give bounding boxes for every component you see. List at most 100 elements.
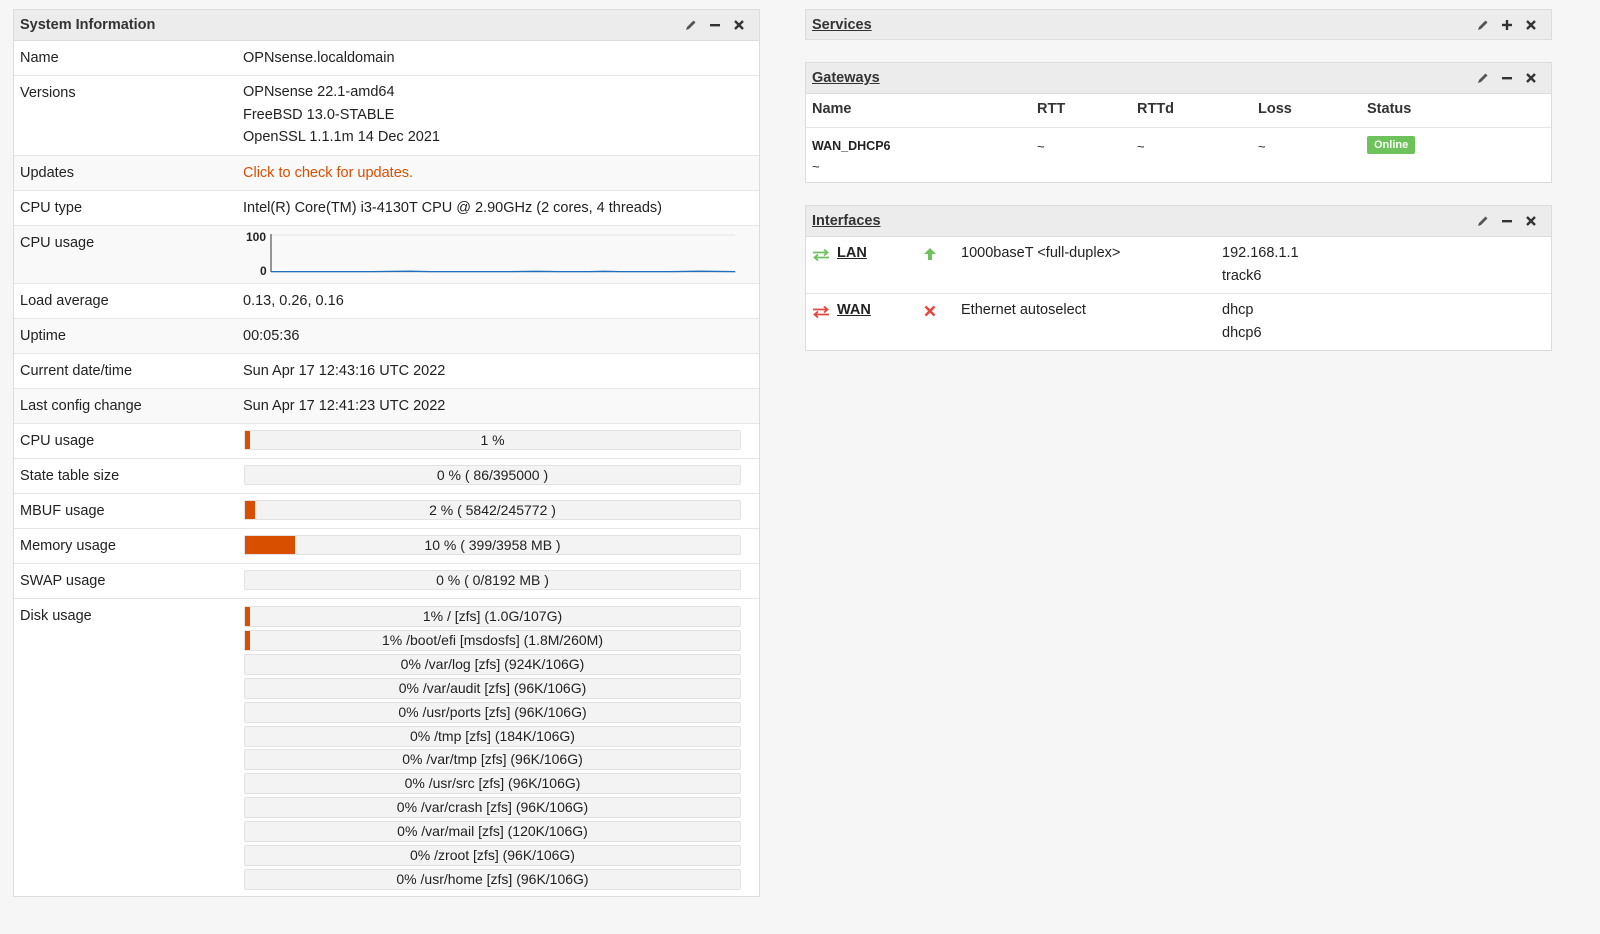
label: CPU usage xyxy=(20,235,95,251)
versions-list: OPNsense 22.1-amd64 FreeBSD 13.0-STABLE … xyxy=(243,81,440,149)
row-name: Name OPNsense.localdomain xyxy=(14,41,759,76)
arrow-up-icon xyxy=(924,248,936,260)
cpu-type-value: Intel(R) Core(TM) i3-4130T CPU @ 2.90GHz… xyxy=(243,200,662,216)
interface-row-lan: LAN 1000baseT <full-duplex> 192.168.1.1 … xyxy=(806,237,1551,294)
interface-ipv6: dhcp6 xyxy=(1222,325,1262,341)
bar-text: 0% /usr/src [zfs] (96K/106G) xyxy=(404,775,581,791)
minimize-icon[interactable] xyxy=(709,19,721,31)
row-load: Load average 0.13, 0.26, 0.16 xyxy=(14,284,759,319)
last-config-value: Sun Apr 17 12:41:23 UTC 2022 xyxy=(243,398,446,414)
disk-bar: 0% /var/tmp [zfs] (96K/106G) xyxy=(244,749,741,770)
minimize-icon[interactable] xyxy=(1501,215,1513,227)
close-icon[interactable] xyxy=(1525,215,1537,227)
plus-icon[interactable] xyxy=(1501,19,1513,31)
row-versions: Versions OPNsense 22.1-amd64 FreeBSD 13.… xyxy=(14,76,759,156)
row-mbuf: MBUF usage 2 % ( 5842/245772 ) xyxy=(14,494,759,529)
bar-text: 0% /var/crash [zfs] (96K/106G) xyxy=(396,799,589,815)
column-header-rttd: RTTd xyxy=(1137,101,1175,117)
bar-text: 0 % ( 86/395000 ) xyxy=(436,467,549,483)
label: CPU usage xyxy=(20,433,95,449)
divider xyxy=(806,127,1551,128)
bar-text: 0% /var/audit [zfs] (96K/106G) xyxy=(398,680,587,696)
label: Memory usage xyxy=(20,538,116,554)
interface-link-wan[interactable]: WAN xyxy=(837,302,871,318)
mbuf-bar: 2 % ( 5842/245772 ) xyxy=(244,500,741,520)
row-updates: Updates Click to check for updates. xyxy=(14,156,759,191)
bar-text: 0% /var/tmp [zfs] (96K/106G) xyxy=(402,751,583,767)
pencil-icon[interactable] xyxy=(1477,215,1489,227)
row-uptime: Uptime 00:05:36 xyxy=(14,319,759,354)
pencil-icon[interactable] xyxy=(1477,72,1489,84)
state-table-bar: 0 % ( 86/395000 ) xyxy=(244,465,741,485)
gateways-widget: Gateways Name RTT RTTd Loss Status WAN_D… xyxy=(805,62,1552,183)
hostname-value: OPNsense.localdomain xyxy=(243,50,395,66)
interface-ipv6: track6 xyxy=(1222,268,1262,284)
row-memory: Memory usage 10 % ( 399/3958 MB ) xyxy=(14,529,759,564)
check-updates-link[interactable]: Click to check for updates. xyxy=(243,165,413,181)
row-cpu-graph: CPU usage 100 0 xyxy=(14,226,759,284)
gateways-title-link[interactable]: Gateways xyxy=(812,70,1477,86)
disk-bar: 0% /tmp [zfs] (184K/106G) xyxy=(244,726,741,747)
status-badge: Online xyxy=(1367,136,1416,154)
disk-bar: 0% /zroot [zfs] (96K/106G) xyxy=(244,845,741,866)
disk-bar: 0% /var/log [zfs] (924K/106G) xyxy=(244,654,741,675)
close-icon[interactable] xyxy=(733,19,745,31)
pencil-icon[interactable] xyxy=(1477,19,1489,31)
disk-bar: 0% /var/audit [zfs] (96K/106G) xyxy=(244,678,741,699)
disk-bar: 0% /var/mail [zfs] (120K/106G) xyxy=(244,821,741,842)
interface-ipv4: 192.168.1.1 xyxy=(1222,245,1299,261)
label: SWAP usage xyxy=(20,573,106,589)
label: Name xyxy=(20,50,59,66)
version-freebsd: FreeBSD 13.0-STABLE xyxy=(243,106,395,123)
row-swap: SWAP usage 0 % ( 0/8192 MB ) xyxy=(14,564,759,599)
interfaces-widget: Interfaces LAN 1000baseT <full-duplex> 1… xyxy=(805,205,1552,351)
bar-text: 0% /var/mail [zfs] (120K/106G) xyxy=(397,823,588,839)
interface-media: 1000baseT <full-duplex> xyxy=(961,245,1121,261)
interface-link-lan[interactable]: LAN xyxy=(837,245,867,261)
bar-text: 0% /usr/home [zfs] (96K/106G) xyxy=(396,871,589,887)
label: CPU type xyxy=(20,200,83,216)
gateway-rttd: ~ xyxy=(1137,139,1145,154)
bar-text: 0 % ( 0/8192 MB ) xyxy=(436,572,549,588)
interface-arrows-icon xyxy=(813,248,829,262)
version-openssl: OpenSSL 1.1.1m 14 Dec 2021 xyxy=(243,129,440,145)
gateway-address: ~ xyxy=(812,159,820,174)
memory-bar: 10 % ( 399/3958 MB ) xyxy=(244,535,741,555)
cpu-usage-graph xyxy=(270,234,736,273)
pencil-icon[interactable] xyxy=(685,19,697,31)
minimize-icon[interactable] xyxy=(1501,72,1513,84)
column-header-loss: Loss xyxy=(1258,101,1292,117)
disk-bar: 0% /usr/src [zfs] (96K/106G) xyxy=(244,773,741,794)
bar-text: 0% /zroot [zfs] (96K/106G) xyxy=(410,847,575,863)
services-title-link[interactable]: Services xyxy=(812,17,1477,33)
widget-header: System Information xyxy=(14,10,759,41)
widget-title: System Information xyxy=(20,17,156,33)
version-opnsense: OPNsense 22.1-amd64 xyxy=(243,84,395,100)
widget-header: Services xyxy=(806,10,1551,39)
interfaces-title-link[interactable]: Interfaces xyxy=(812,213,1477,229)
close-icon[interactable] xyxy=(1525,72,1537,84)
swap-bar: 0 % ( 0/8192 MB ) xyxy=(244,570,741,590)
row-datetime: Current date/time Sun Apr 17 12:43:16 UT… xyxy=(14,354,759,389)
column-header-status: Status xyxy=(1367,101,1412,117)
gateway-rtt: ~ xyxy=(1037,139,1045,154)
interface-media: Ethernet autoselect xyxy=(961,302,1086,318)
row-cpu-type: CPU type Intel(R) Core(TM) i3-4130T CPU … xyxy=(14,191,759,226)
system-information-widget: System Information Name OPNsense.localdo… xyxy=(13,9,760,897)
close-icon[interactable] xyxy=(1525,19,1537,31)
label: Disk usage xyxy=(20,608,92,624)
disk-bar: 0% /var/crash [zfs] (96K/106G) xyxy=(244,797,741,818)
bar-text: 10 % ( 399/3958 MB ) xyxy=(424,537,561,553)
label: Last config change xyxy=(20,398,142,414)
datetime-value: Sun Apr 17 12:43:16 UTC 2022 xyxy=(243,363,446,379)
row-disk-usage: Disk usage 1% / [zfs] (1.0G/107G) 1% /bo… xyxy=(14,599,759,895)
label: Versions xyxy=(20,85,76,101)
disk-bar: 0% /usr/ports [zfs] (96K/106G) xyxy=(244,702,741,723)
row-cpu-usage: CPU usage 1 % xyxy=(14,424,759,459)
interface-arrows-icon xyxy=(813,305,829,319)
interface-ipv4: dhcp xyxy=(1222,302,1254,318)
label: Uptime xyxy=(20,328,66,344)
gateway-name: WAN_DHCP6 xyxy=(812,139,891,153)
gateway-loss: ~ xyxy=(1258,139,1266,154)
bar-text: 0% /usr/ports [zfs] (96K/106G) xyxy=(398,704,587,720)
